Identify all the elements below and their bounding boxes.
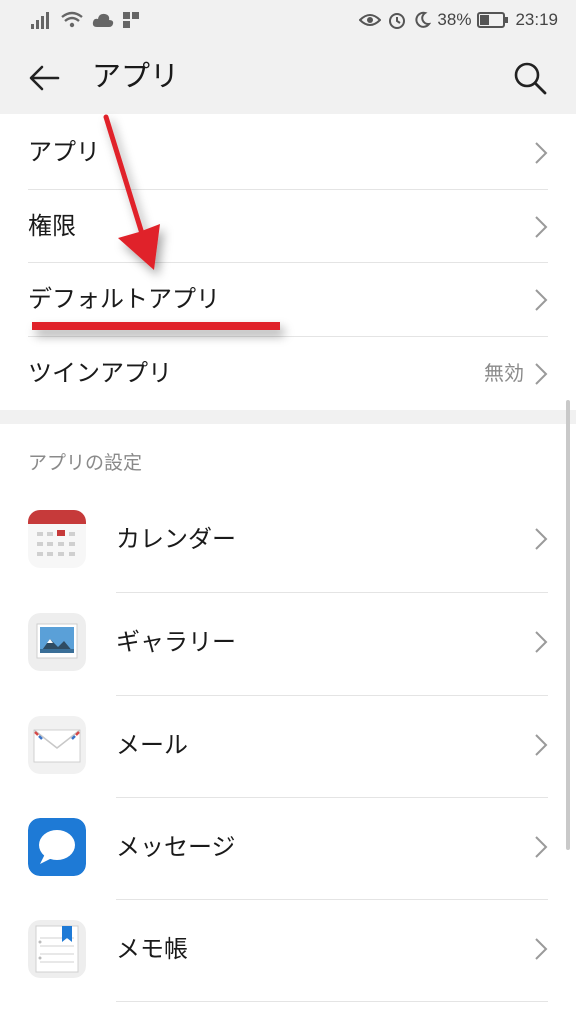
app-notification-icon — [123, 12, 139, 28]
menu-item-label: ツインアプリ — [28, 359, 172, 387]
chevron-right-icon — [535, 528, 548, 550]
battery-icon — [477, 12, 509, 28]
scrollbar[interactable] — [566, 400, 570, 850]
chevron-right-icon — [535, 734, 548, 756]
chevron-right-icon — [535, 289, 548, 311]
app-row-mail[interactable]: メール — [0, 696, 576, 799]
chevron-right-icon — [535, 631, 548, 653]
menu-item-apps[interactable]: アプリ — [0, 116, 576, 189]
chevron-right-icon — [535, 216, 548, 238]
clock: 23:19 — [515, 10, 558, 29]
search-icon[interactable] — [510, 58, 550, 98]
signal-icon — [31, 12, 49, 29]
menu-item-label: アプリ — [28, 138, 100, 166]
menu-item-label: デフォルトアプリ — [28, 285, 220, 313]
menu-item-twin-apps[interactable]: ツインアプリ 無効 — [0, 337, 576, 410]
chevron-right-icon — [535, 142, 548, 164]
eye-comfort-icon — [359, 14, 382, 26]
battery-percent: 38% — [437, 10, 472, 29]
divider — [116, 1001, 548, 1002]
app-bar: アプリ — [0, 40, 576, 114]
gallery-icon — [28, 613, 86, 671]
status-right: 38% 23:19 — [359, 8, 558, 32]
chevron-right-icon — [535, 363, 548, 385]
alarm-icon — [389, 13, 406, 29]
app-row-notepad[interactable]: メモ帳 — [0, 900, 576, 1003]
section-header: アプリの設定 — [28, 452, 143, 474]
app-label: ギャラリー — [116, 628, 236, 656]
menu-item-label: 権限 — [28, 212, 76, 240]
back-arrow-icon[interactable] — [24, 58, 64, 98]
menu-item-default-apps[interactable]: デフォルトアプリ — [0, 263, 576, 336]
menu-item-permissions[interactable]: 権限 — [0, 190, 576, 263]
app-row-gallery[interactable]: ギャラリー — [0, 593, 576, 696]
status-bar: 38% 23:19 — [0, 0, 576, 40]
app-label: メッセージ — [116, 833, 236, 861]
message-icon — [28, 818, 86, 876]
wifi-icon — [61, 11, 83, 28]
section-separator — [0, 410, 576, 424]
app-label: カレンダー — [116, 525, 236, 553]
chevron-right-icon — [535, 938, 548, 960]
app-row-messages[interactable]: メッセージ — [0, 798, 576, 901]
app-label: メモ帳 — [116, 935, 188, 963]
cloud-icon — [92, 13, 114, 27]
mail-icon — [28, 716, 86, 774]
app-row-calendar[interactable]: カレンダー — [0, 490, 576, 593]
twin-apps-status: 無効 — [484, 361, 524, 385]
app-label: メール — [116, 731, 188, 759]
status-left — [30, 8, 140, 32]
chevron-right-icon — [535, 836, 548, 858]
calendar-icon — [28, 510, 86, 568]
page-title: アプリ — [92, 59, 180, 93]
notepad-icon — [28, 920, 86, 978]
do-not-disturb-moon-icon — [415, 11, 432, 28]
